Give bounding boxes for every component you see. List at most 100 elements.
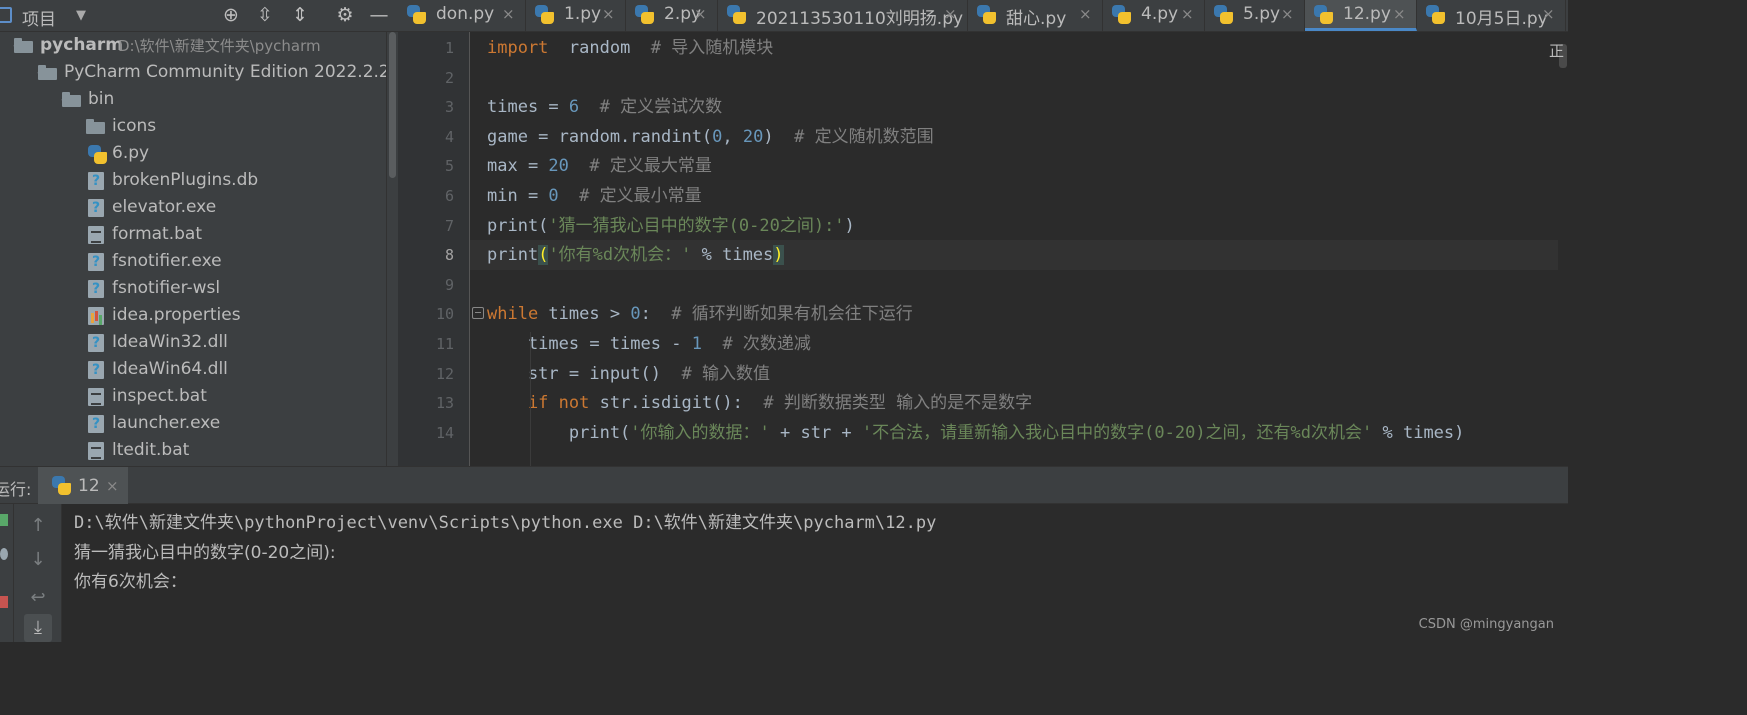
code-line[interactable]: import random # 导入随机模块 [487, 33, 773, 63]
line-number: 1 [444, 39, 454, 57]
code-line[interactable]: game = random.randint(0, 20) # 定义随机数范围 [487, 122, 934, 152]
tab-label: 12.py [1343, 4, 1391, 24]
line-number: 10 [435, 305, 454, 324]
code-token: # 循环判断如果有机会往下运行 [671, 304, 913, 325]
close-icon[interactable]: × [1181, 5, 1194, 23]
code-token: str.isdigit(): [589, 393, 764, 414]
run-toolbar: ↑ ↓ ↩ ⤓ [14, 504, 62, 642]
tree-item[interactable]: IdeaWin32.dll [0, 330, 386, 357]
code-token: min = [487, 186, 549, 206]
tree-item[interactable]: IdeaWin64.dll [0, 357, 386, 384]
line-number: 4 [444, 127, 454, 146]
code-line[interactable]: max = 20 # 定义最大常量 [487, 151, 712, 181]
scroll-to-end-icon[interactable]: ⤓ [24, 614, 52, 642]
code-line[interactable]: if not str.isdigit(): # 判断数据类型 输入的是不是数字 [487, 388, 1032, 418]
code-token: import [487, 38, 549, 58]
unknown-file-icon [88, 415, 104, 433]
project-tree: ⌄ pycharm D:\软件\新建文件夹\pycharm ⌄ PyCharm Comm… [0, 32, 386, 466]
code-token: ) [763, 126, 795, 147]
code-token: 0 [548, 186, 559, 206]
console-command-line: D:\软件\新建文件夹\pythonProject\venv\Scripts\p… [74, 513, 937, 533]
close-icon[interactable]: × [106, 477, 119, 495]
python-file-icon [1426, 5, 1446, 25]
tree-item[interactable]: fsnotifier-wsl [0, 276, 386, 303]
tab-don-py[interactable]: don.py × [398, 0, 526, 31]
unknown-file-icon [88, 280, 104, 298]
soft-wrap-icon[interactable]: ↩ [24, 584, 52, 612]
expand-all-icon[interactable]: ⇳ [252, 2, 278, 28]
project-panel-title[interactable]: 项目 [22, 5, 56, 30]
reader-mode-indicator[interactable]: 正 [1549, 40, 1564, 61]
code-token: 20 [548, 156, 569, 177]
tree-item[interactable]: ⌄ pycharm D:\软件\新建文件夹\pycharm [0, 33, 386, 60]
code-token: 6 [568, 97, 580, 118]
chevron-down-icon[interactable]: ▼ [76, 8, 86, 23]
code-token: str = input() [487, 363, 682, 384]
tab-4-py[interactable]: 4.py × [1103, 0, 1205, 31]
tree-item[interactable]: brokenPlugins.db [0, 168, 386, 195]
collapse-all-icon[interactable]: ⇕ [287, 2, 313, 28]
tab-5-py[interactable]: 5.py × [1205, 0, 1305, 31]
tab-1-py[interactable]: 1.py × [526, 0, 626, 31]
tree-item[interactable]: inspect.bat [0, 384, 386, 411]
close-icon[interactable]: × [602, 5, 615, 23]
settings-icon[interactable] [0, 548, 8, 560]
code-line[interactable]: print('你输入的数据：' + str + '不合法，请重新输入我心目中的数… [487, 418, 1465, 448]
code-line[interactable]: min = 0 # 定义最小常量 [487, 181, 702, 211]
tree-item[interactable]: ltedit.bat [0, 438, 386, 465]
tab-2-py[interactable]: 2.py × [626, 0, 718, 31]
close-icon[interactable]: × [1281, 5, 1294, 23]
code-line[interactable]: times = times - 1 # 次数递减 [487, 329, 811, 359]
tree-item-label: inspect.bat [112, 386, 207, 406]
tree-item[interactable]: format.bat [0, 222, 386, 249]
close-icon[interactable]: × [694, 5, 707, 23]
tab-12-py[interactable]: 12.py × [1305, 0, 1417, 31]
arrow-down-icon[interactable]: ↓ [24, 546, 52, 574]
hide-panel-icon[interactable]: — [366, 2, 392, 28]
tree-item-label: pycharm [40, 35, 123, 55]
tree-item-label: launcher.exe [112, 413, 221, 433]
unknown-file-icon [88, 172, 104, 190]
code-token: ) [844, 215, 855, 236]
tab-10-5-py[interactable]: 10月5日.py × [1417, 0, 1566, 31]
code-line[interactable]: print('猜一猜我心目中的数字(0-20之间):') [487, 211, 855, 241]
project-tree-scrollbar[interactable] [386, 32, 398, 466]
arrow-up-icon[interactable]: ↑ [24, 512, 52, 540]
tree-item[interactable]: elevator.exe [0, 195, 386, 222]
code-token: ) [773, 245, 784, 266]
scrollbar-thumb[interactable] [389, 32, 396, 178]
python-file-icon [52, 476, 72, 496]
tree-item[interactable]: launcher.exe [0, 411, 386, 438]
code-line[interactable]: while times > 0: # 循环判断如果有机会往下运行 [487, 299, 913, 329]
line-number: 14 [435, 423, 454, 442]
tree-item[interactable]: idea.properties [0, 303, 386, 330]
fold-toggle-icon[interactable] [472, 307, 484, 319]
editor-scrollbar[interactable] [1558, 32, 1568, 466]
rerun-icon[interactable] [0, 514, 8, 526]
tree-item[interactable]: ⌄ PyCharm Community Edition 2022.2.2 [0, 60, 386, 87]
tab--py[interactable]: 甜心.py × [968, 0, 1103, 31]
run-console[interactable]: D:\软件\新建文件夹\pythonProject\venv\Scripts\p… [62, 504, 1568, 642]
locate-file-icon[interactable]: ⊕ [218, 2, 244, 28]
run-tab[interactable]: 12 × [38, 467, 128, 504]
run-panel-label: 运行: [0, 480, 32, 499]
code-editor[interactable]: import random # 导入随机模块 times = 6 # 定义尝试次数… [470, 32, 1568, 466]
code-line[interactable]: times = 6 # 定义尝试次数 [487, 92, 722, 122]
code-line[interactable]: print('你有%d次机会：' % times) [487, 240, 784, 270]
close-icon[interactable]: × [944, 5, 957, 23]
tree-item[interactable]: › icons [0, 114, 386, 141]
close-icon[interactable]: × [1079, 5, 1092, 23]
line-number: 8 [444, 246, 454, 265]
run-tab-label: 12 [78, 476, 100, 496]
tree-item[interactable]: 6.py [0, 141, 386, 168]
tab-202113530110-py[interactable]: 202113530110刘明扬.py × [718, 0, 968, 31]
close-icon[interactable]: × [1393, 5, 1406, 23]
tree-item[interactable]: fsnotifier.exe [0, 249, 386, 276]
tree-item[interactable]: ⌄ bin [0, 87, 386, 114]
close-icon[interactable]: × [502, 5, 515, 23]
code-token: times > [538, 304, 631, 325]
close-icon[interactable]: × [1542, 5, 1555, 23]
stop-icon[interactable] [0, 596, 8, 608]
gear-icon[interactable]: ⚙ [332, 2, 358, 28]
